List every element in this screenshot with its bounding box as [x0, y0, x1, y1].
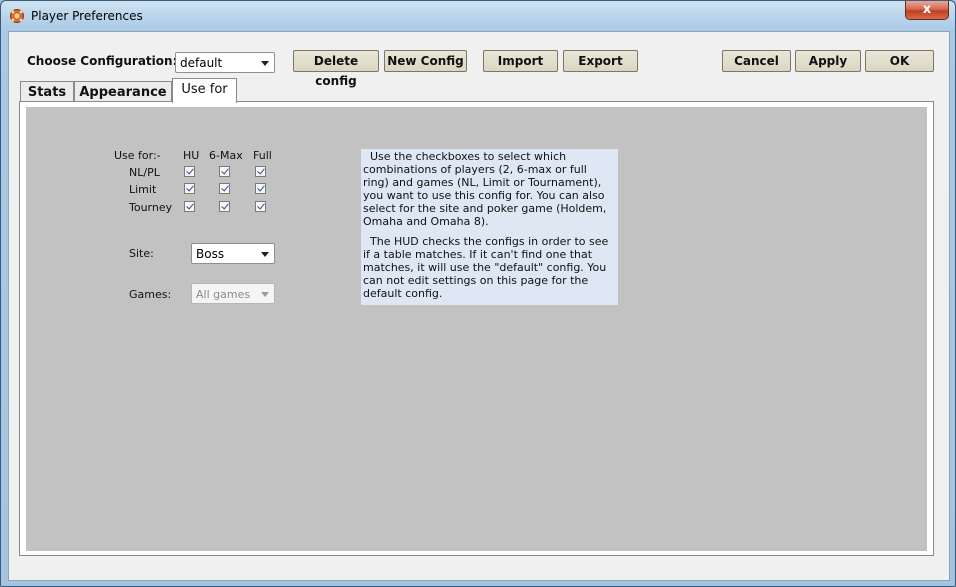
- row-label-limit: Limit: [129, 183, 157, 196]
- configuration-select[interactable]: default: [175, 52, 275, 73]
- checkbox-nlpl-6max[interactable]: [219, 166, 230, 177]
- preferences-window: Player Preferences x Choose Configuratio…: [0, 0, 956, 587]
- dialog-client-area: Choose Configuration: default Delete con…: [8, 31, 950, 581]
- checkbox-tourney-hu[interactable]: [184, 201, 195, 212]
- site-select[interactable]: Boss: [191, 243, 275, 264]
- row-label-tourney: Tourney: [129, 201, 173, 214]
- cancel-button[interactable]: Cancel: [722, 50, 791, 72]
- close-window-button[interactable]: x: [905, 1, 949, 20]
- configuration-select-value: default: [180, 56, 223, 70]
- tab-use-for[interactable]: Use for: [172, 78, 237, 103]
- import-button[interactable]: Import: [483, 50, 558, 72]
- ok-button[interactable]: OK: [865, 50, 934, 72]
- site-select-value: Boss: [196, 247, 225, 261]
- use-for-header-label: Use for:-: [114, 149, 161, 162]
- checkbox-nlpl-full[interactable]: [255, 166, 266, 177]
- checkbox-tourney-6max[interactable]: [219, 201, 230, 212]
- chevron-down-icon: [261, 61, 269, 66]
- window-title: Player Preferences: [31, 9, 143, 23]
- checkbox-limit-hu[interactable]: [184, 183, 195, 194]
- tab-appearance[interactable]: Appearance: [74, 81, 172, 103]
- checkbox-tourney-full[interactable]: [255, 201, 266, 212]
- row-label-nlpl: NL/PL: [129, 166, 160, 179]
- use-for-content: Use for:- HU 6-Max Full NL/PL Limit Tour…: [26, 107, 927, 551]
- help-paragraph-2: The HUD checks the configs in order to s…: [363, 235, 609, 300]
- games-select-value: All games: [196, 288, 251, 301]
- title-bar[interactable]: Player Preferences x: [1, 1, 955, 31]
- close-icon: x: [922, 2, 932, 17]
- help-paragraph-1: Use the checkboxes to select which combi…: [363, 150, 607, 228]
- apply-button[interactable]: Apply: [795, 50, 861, 72]
- games-label: Games:: [129, 288, 172, 301]
- column-header-hu: HU: [183, 149, 200, 162]
- choose-configuration-label: Choose Configuration:: [27, 54, 178, 68]
- column-header-6max: 6-Max: [209, 149, 243, 162]
- help-text-box: Use the checkboxes to select which combi…: [361, 149, 618, 305]
- site-label: Site:: [129, 247, 154, 260]
- checkbox-limit-6max[interactable]: [219, 183, 230, 194]
- new-config-button[interactable]: New Config: [384, 50, 467, 72]
- column-header-full: Full: [253, 149, 272, 162]
- checkbox-nlpl-hu[interactable]: [184, 166, 195, 177]
- use-for-tab-panel: Use for:- HU 6-Max Full NL/PL Limit Tour…: [19, 101, 934, 556]
- delete-config-button[interactable]: Delete config: [293, 50, 379, 88]
- app-icon: [9, 8, 25, 24]
- checkbox-limit-full[interactable]: [255, 183, 266, 194]
- export-button[interactable]: Export: [563, 50, 638, 72]
- chevron-down-icon: [261, 292, 269, 297]
- chevron-down-icon: [261, 252, 269, 257]
- tab-stats[interactable]: Stats: [20, 81, 74, 103]
- games-select[interactable]: All games: [191, 283, 275, 304]
